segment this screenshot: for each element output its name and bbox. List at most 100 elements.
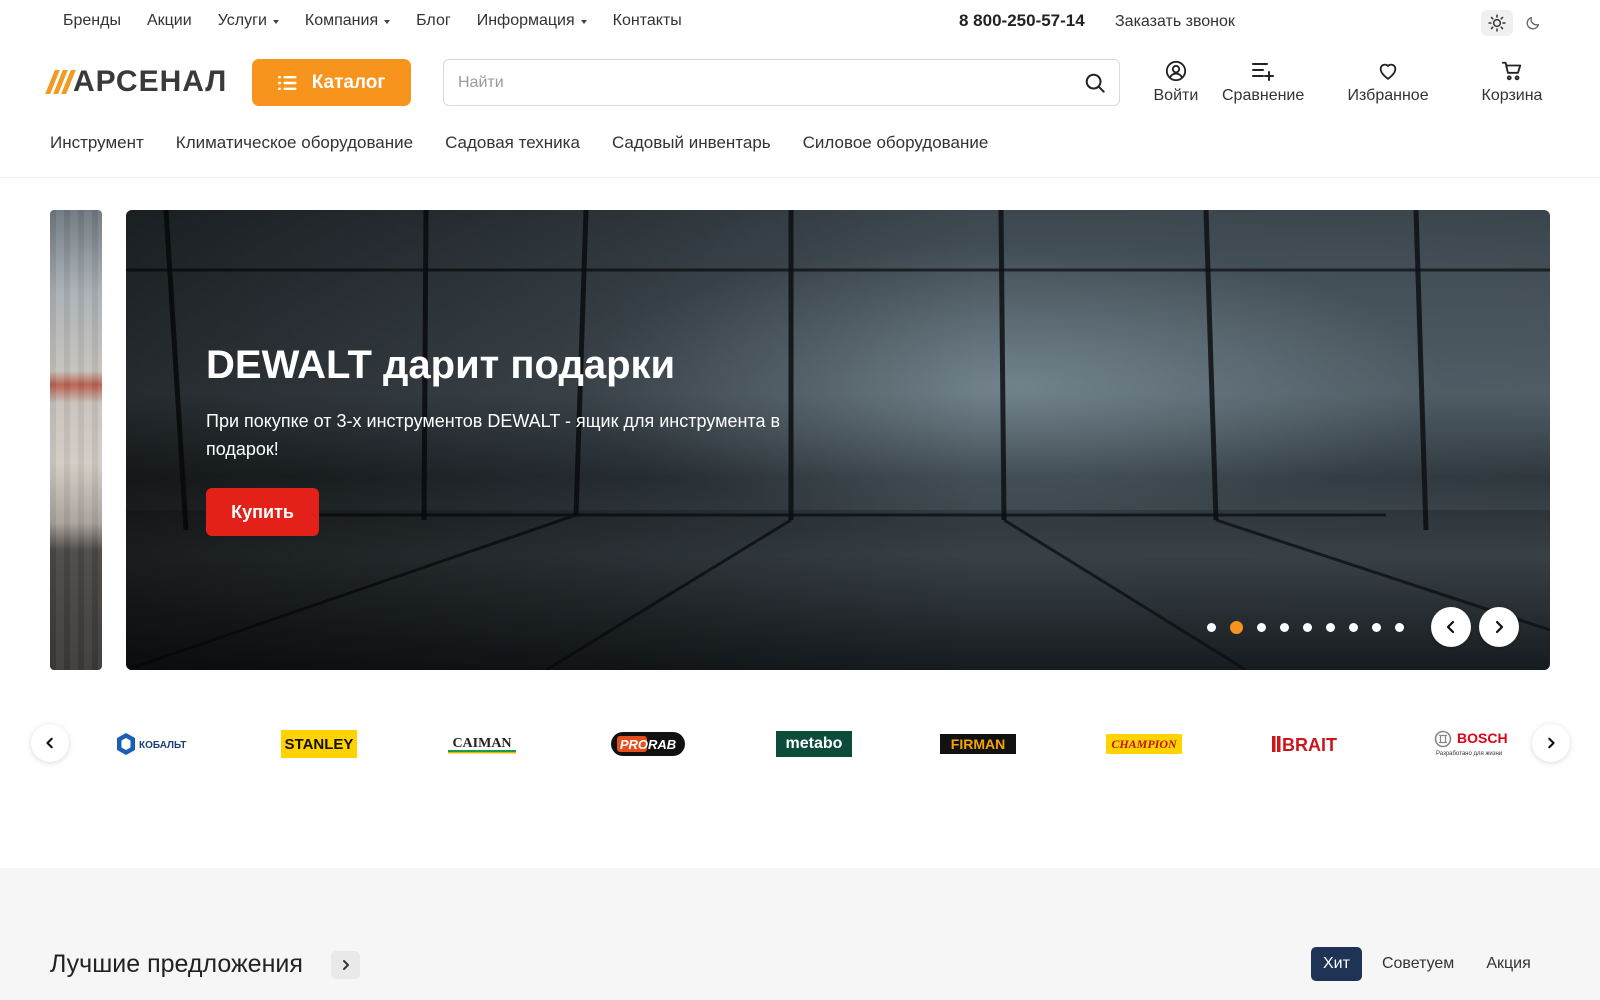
search-bar — [443, 59, 1120, 106]
top-nav-label: Услуги — [217, 12, 267, 29]
top-nav-blog[interactable]: Блог — [416, 12, 451, 30]
brands-prev-button[interactable] — [31, 724, 69, 762]
buy-button[interactable]: Купить — [206, 488, 319, 536]
callback-link[interactable]: Заказать звонок — [1115, 13, 1235, 31]
top-nav-promotions[interactable]: Акции — [147, 12, 192, 30]
svg-text:CHAMPION: CHAMPION — [1111, 737, 1178, 751]
top-nav-label: Акции — [146, 12, 192, 29]
light-theme-button[interactable] — [1481, 10, 1513, 36]
theme-switcher — [1481, 10, 1549, 36]
top-nav: Бренды Акции Услуги Компания Блог Информ… — [63, 12, 682, 30]
brand-champion-logo: CHAMPION — [1106, 734, 1182, 754]
slider-dot[interactable] — [1395, 623, 1404, 632]
header-divider — [0, 177, 1600, 178]
catalog-button[interactable]: Каталог — [252, 59, 411, 106]
top-bar: Бренды Акции Услуги Компания Блог Информ… — [0, 0, 1600, 44]
hero-banner: DEWALT дарит подарки При покупке от 3-х … — [126, 210, 1550, 670]
svg-text:metabo: metabo — [786, 735, 843, 752]
compare-button[interactable]: Сравнение — [1222, 59, 1304, 105]
dark-theme-button[interactable] — [1517, 10, 1549, 36]
slider-dot[interactable] — [1326, 623, 1335, 632]
slider-next-button[interactable] — [1479, 607, 1519, 647]
hero-title: DEWALT дарит подарки — [206, 343, 676, 387]
login-button[interactable]: Войти — [1154, 59, 1198, 105]
phone-number[interactable]: 8 800-250-57-14 — [959, 11, 1085, 31]
top-nav-label: Компания — [304, 12, 379, 29]
cart-button[interactable]: Корзина — [1482, 59, 1542, 105]
offers-title: Лучшие предложения — [50, 950, 303, 978]
compare-icon — [1252, 63, 1275, 81]
slider-dot[interactable] — [1349, 623, 1358, 632]
logo-mark — [45, 70, 76, 94]
slider-dot[interactable] — [1257, 623, 1266, 632]
top-nav-label: Информация — [476, 12, 575, 29]
brand-prorab-logo: PRORAB — [611, 732, 685, 756]
slider-dot[interactable] — [1280, 623, 1289, 632]
caret-down-icon — [580, 20, 587, 24]
search-input[interactable] — [444, 60, 1071, 105]
slider-dots — [1207, 621, 1404, 634]
caret-down-icon — [384, 20, 391, 24]
offers-more-button[interactable] — [331, 951, 360, 979]
cart-icon — [1501, 61, 1522, 81]
tab-recommended[interactable]: Советуем — [1370, 947, 1466, 981]
search-button[interactable] — [1071, 60, 1119, 105]
svg-text:PRORAB: PRORAB — [620, 737, 676, 752]
top-nav-brands[interactable]: Бренды — [63, 12, 121, 30]
chevron-left-icon — [1446, 620, 1455, 634]
svg-text:CAIMAN: CAIMAN — [452, 736, 511, 751]
category-climate[interactable]: Климатическое оборудование — [176, 133, 413, 153]
brand-kobalt-logo: КОБАЛЬТ — [117, 733, 186, 755]
brand-metabo[interactable]: metabo — [776, 728, 852, 760]
previous-slide-preview[interactable] — [50, 210, 102, 670]
chevron-left-icon — [46, 737, 53, 749]
top-nav-contacts[interactable]: Контакты — [613, 12, 682, 30]
tab-sale[interactable]: Акция — [1474, 947, 1542, 981]
brand-prorab[interactable]: PRORAB — [610, 728, 686, 760]
top-nav-label: Блог — [416, 12, 451, 29]
list-icon — [277, 75, 297, 90]
moon-icon — [1526, 17, 1539, 30]
user-icon — [1165, 60, 1186, 82]
brand-bosch[interactable]: BOSCH Разработано для жизни — [1434, 728, 1514, 760]
brand-metabo-logo: metabo — [776, 731, 852, 757]
brand-bosch-logo: BOSCH Разработано для жизни — [1434, 730, 1508, 757]
top-nav-company[interactable]: Компания — [304, 12, 391, 30]
brand-champion[interactable]: CHAMPION — [1106, 728, 1182, 760]
tab-hit[interactable]: Хит — [1311, 947, 1362, 981]
slider-dot[interactable] — [1207, 623, 1216, 632]
logo[interactable]: АРСЕНАЛ — [45, 67, 227, 97]
category-tools[interactable]: Инструмент — [50, 133, 144, 153]
slider-prev-button[interactable] — [1431, 607, 1471, 647]
slider-dot[interactable] — [1372, 623, 1381, 632]
top-nav-label: Бренды — [63, 12, 121, 29]
top-nav-services[interactable]: Услуги — [218, 12, 279, 30]
brand-brait[interactable]: BRAIT — [1270, 728, 1346, 760]
svg-text:КОБАЛЬТ: КОБАЛЬТ — [139, 740, 186, 751]
brand-firman[interactable]: FIRMAN — [940, 728, 1016, 760]
compare-label: Сравнение — [1222, 87, 1305, 104]
chevron-right-icon — [1495, 620, 1504, 634]
svg-text:STANLEY: STANLEY — [285, 736, 354, 753]
search-icon — [1085, 73, 1105, 93]
brands-next-button[interactable] — [1532, 724, 1570, 762]
category-power-equipment[interactable]: Силовое оборудование — [803, 133, 989, 153]
favorites-label: Избранное — [1347, 87, 1429, 104]
top-nav-information[interactable]: Информация — [477, 12, 587, 30]
category-garden-tools[interactable]: Садовый инвентарь — [612, 133, 771, 153]
slider-dot[interactable] — [1230, 621, 1243, 634]
brand-brait-logo: BRAIT — [1272, 735, 1337, 755]
brand-kobalt[interactable]: КОБАЛЬТ — [114, 728, 194, 760]
svg-text:BRAIT: BRAIT — [1282, 735, 1337, 755]
chevron-right-icon — [342, 960, 349, 970]
svg-text:Разработано для жизни: Разработано для жизни — [1436, 751, 1502, 757]
brand-caiman[interactable]: CAIMAN — [446, 728, 518, 760]
favorites-button[interactable]: Избранное — [1348, 59, 1429, 105]
brand-stanley[interactable]: STANLEY — [281, 728, 357, 760]
category-garden-machinery[interactable]: Садовая техника — [445, 133, 580, 153]
svg-text:FIRMAN: FIRMAN — [951, 736, 1005, 752]
hero-subtitle: При покупке от 3-х инструментов DEWALT -… — [206, 411, 781, 459]
brand-caiman-logo: CAIMAN — [448, 736, 516, 754]
slider-dot[interactable] — [1303, 623, 1312, 632]
heart-icon — [1379, 63, 1397, 80]
